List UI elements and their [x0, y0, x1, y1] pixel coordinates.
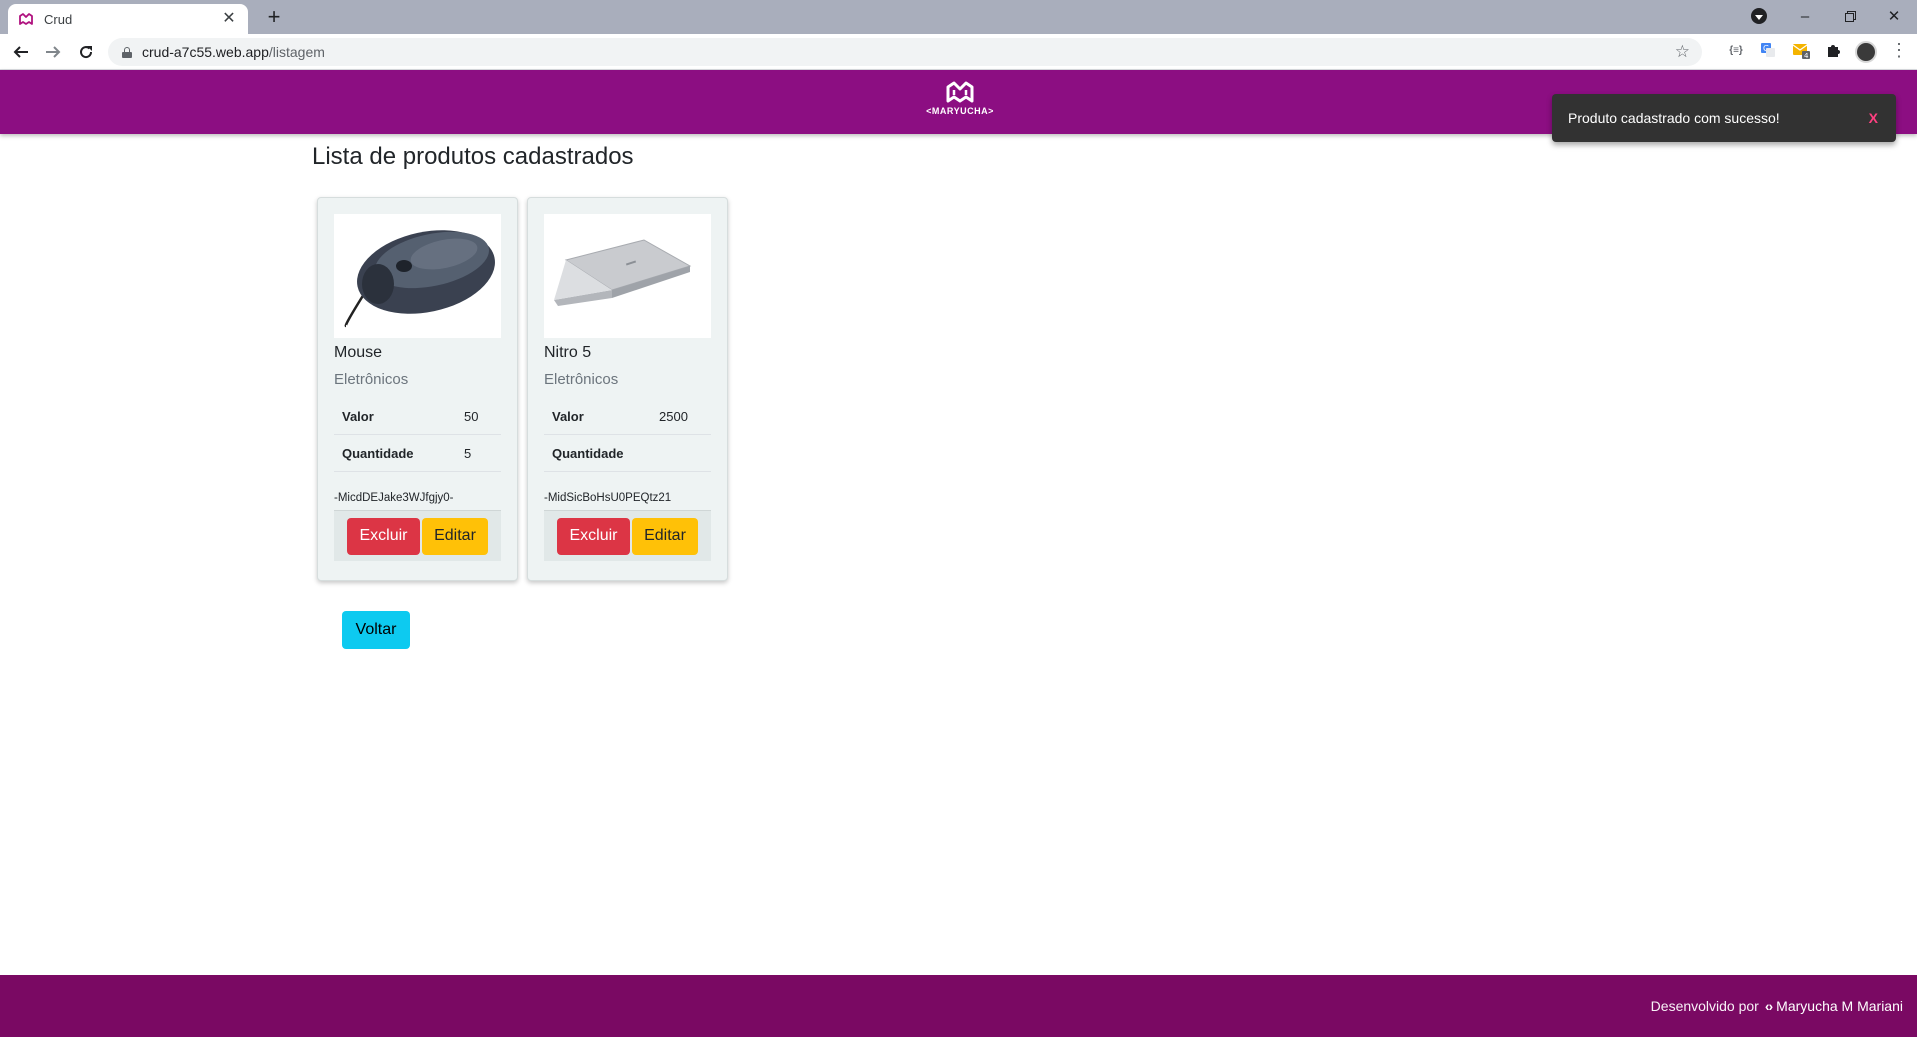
footer-prefix: Desenvolvido por	[1650, 998, 1759, 1014]
edit-button[interactable]: Editar	[422, 517, 488, 555]
forward-arrow-icon[interactable]	[41, 40, 65, 64]
card-actions: Excluir Editar	[334, 511, 501, 561]
star-icon[interactable]: ☆	[1675, 42, 1690, 62]
product-card: Nitro 5 Eletrônicos Valor 2500 Quantidad…	[527, 197, 728, 581]
mail-notifier-icon[interactable]: 4	[1791, 40, 1811, 60]
product-image-mouse	[334, 214, 501, 338]
profile-avatar[interactable]	[1855, 41, 1877, 63]
minimize-icon[interactable]: –	[1793, 4, 1817, 28]
edit-button[interactable]: Editar	[632, 517, 698, 555]
toast-message: Produto cadastrado com sucesso!	[1568, 110, 1780, 126]
footer-author[interactable]: Maryucha M Mariani	[1776, 998, 1903, 1014]
tab-title: Crud	[44, 11, 73, 27]
logo-wordmark: <MARYUCHA>	[926, 106, 994, 116]
value-amount: 2500	[659, 408, 688, 424]
delete-button[interactable]: Excluir	[557, 517, 630, 555]
toast-close-button[interactable]: X	[1869, 110, 1878, 126]
product-image-nitro-5	[544, 214, 711, 338]
value-label: Valor	[342, 408, 374, 424]
quantity-label: Quantidade	[552, 445, 624, 461]
app-footer: Desenvolvido por ‹› Maryucha M Mariani	[0, 975, 1917, 1037]
table-row: Valor 50	[334, 398, 501, 435]
delete-button[interactable]: Excluir	[347, 517, 420, 555]
card-actions: Excluir Editar	[544, 511, 711, 561]
back-button[interactable]: Voltar	[342, 611, 410, 649]
address-bar[interactable]: crud-a7c55.web.app/listagem ☆	[108, 38, 1702, 66]
translate-icon[interactable]: G	[1758, 40, 1778, 60]
lock-icon[interactable]	[122, 46, 132, 58]
plus-icon[interactable]: +	[262, 5, 286, 29]
value-amount: 50	[464, 408, 479, 424]
table-row: Valor 2500	[544, 398, 711, 435]
quantity-label: Quantidade	[342, 445, 414, 461]
browser-toolbar: crud-a7c55.web.app/listagem ☆ {≡} G 4	[0, 34, 1917, 70]
table-row: Quantidade	[544, 435, 711, 472]
product-name: Nitro 5	[544, 344, 592, 361]
product-details-table: Valor 50 Quantidade 5	[334, 398, 501, 472]
tab-search-icon[interactable]	[1751, 8, 1767, 24]
product-id: -MicdDEJake3WJfgjy0-	[334, 492, 501, 511]
table-row: Quantidade 5	[334, 435, 501, 472]
success-toast: Produto cadastrado com sucesso! X	[1552, 94, 1896, 142]
maryucha-logo[interactable]: <MARYUCHA>	[920, 80, 1000, 126]
svg-text:4: 4	[1804, 52, 1809, 59]
window-close-icon[interactable]: ✕	[1882, 4, 1906, 28]
quantity-amount: 5	[464, 445, 472, 461]
product-name: Mouse	[334, 344, 383, 361]
extension-icon-json[interactable]: {≡}	[1726, 40, 1746, 60]
browser-tab-active[interactable]: Crud ✕	[8, 4, 248, 34]
code-brackets-icon: ‹›	[1764, 998, 1773, 1014]
url-path: /listagem	[268, 44, 325, 60]
kebab-menu-icon[interactable]: ⋮	[1890, 40, 1908, 60]
browser-tab-strip: Crud ✕ + – ✕	[0, 0, 1917, 34]
product-category: Eletrônicos	[544, 371, 619, 388]
page-title: Lista de produtos cadastrados	[312, 143, 634, 170]
product-category: Eletrônicos	[334, 371, 409, 388]
value-label: Valor	[552, 408, 584, 424]
product-card: Mouse Eletrônicos Valor 50 Quantidade 5 …	[317, 197, 518, 581]
extensions-icon[interactable]	[1823, 40, 1843, 60]
restore-icon[interactable]	[1838, 4, 1862, 28]
product-details-table: Valor 2500 Quantidade	[544, 398, 711, 472]
close-icon[interactable]: ✕	[220, 10, 238, 28]
maryucha-favicon	[18, 11, 34, 27]
footer-credit: Desenvolvido por ‹› Maryucha M Mariani	[1651, 998, 1903, 1014]
reload-icon[interactable]	[74, 40, 98, 64]
back-arrow-icon[interactable]	[9, 40, 33, 64]
url-host: crud-a7c55.web.app	[142, 44, 269, 60]
product-id: -MidSicBoHsU0PEQtz21	[544, 492, 711, 511]
